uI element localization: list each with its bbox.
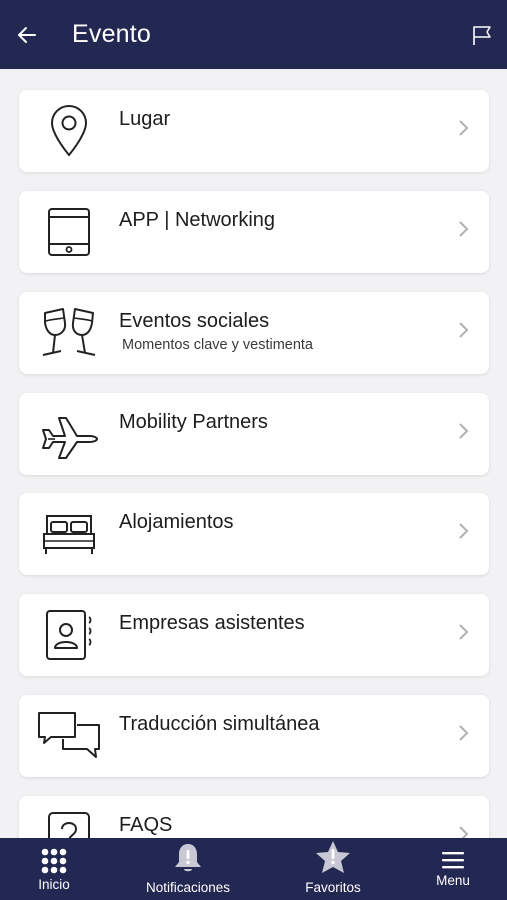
- wine-glasses-icon: [37, 303, 101, 363]
- tab-label: Menu: [436, 873, 470, 888]
- tab-label: Inicio: [38, 877, 70, 892]
- hamburger-icon: [441, 838, 465, 870]
- item-label: Lugar: [119, 108, 171, 130]
- chevron-right-icon: [459, 826, 469, 838]
- tablet-icon: [37, 202, 101, 262]
- list-item-traduccion-simultanea[interactable]: Traducción simultánea: [19, 695, 489, 777]
- chevron-right-icon: [459, 221, 469, 237]
- list-item-lugar[interactable]: Lugar: [19, 90, 489, 172]
- item-label: Eventos sociales: [119, 310, 270, 332]
- tab-label: Notificaciones: [145, 880, 231, 895]
- list-item-mobility-partners[interactable]: Mobility Partners: [19, 393, 489, 475]
- chevron-right-icon: [459, 120, 469, 136]
- list-item-faqs[interactable]: FAQS: [19, 796, 489, 838]
- chevron-right-icon: [459, 523, 469, 539]
- tab-inicio[interactable]: Inicio: [14, 838, 94, 900]
- app-header: Evento: [0, 0, 507, 69]
- event-menu-list: Lugar APP | Networking Eventos sociales …: [0, 69, 507, 838]
- arrow-left-icon: [18, 27, 36, 43]
- chat-bubbles-icon: [37, 706, 101, 766]
- page-title: Evento: [72, 20, 152, 48]
- item-label: Alojamientos: [119, 511, 234, 533]
- back-button[interactable]: [14, 22, 40, 48]
- star-icon: [315, 838, 351, 874]
- list-item-empresas-asistentes[interactable]: Empresas asistentes: [19, 594, 489, 676]
- airplane-icon: [37, 404, 101, 464]
- item-label: FAQS: [119, 814, 173, 836]
- list-item-alojamientos[interactable]: Alojamientos: [19, 493, 489, 575]
- flag-button[interactable]: [469, 22, 495, 48]
- map-pin-icon: [37, 101, 101, 161]
- chevron-right-icon: [459, 624, 469, 640]
- item-label: Empresas asistentes: [119, 612, 305, 634]
- item-label: Traducción simultánea: [119, 713, 320, 735]
- bottom-tab-bar: Inicio Notificaciones Favoritos Menu: [0, 838, 507, 900]
- tab-menu[interactable]: Menu: [418, 838, 488, 900]
- item-subtitle: Momentos clave y vestimenta: [122, 337, 313, 353]
- chevron-right-icon: [459, 725, 469, 741]
- question-icon: [37, 807, 101, 838]
- tab-label: Favoritos: [305, 880, 361, 895]
- chevron-right-icon: [459, 322, 469, 338]
- item-label: Mobility Partners: [119, 411, 268, 433]
- tab-favoritos[interactable]: Favoritos: [293, 838, 373, 900]
- bed-icon: [37, 504, 101, 564]
- list-item-app-networking[interactable]: APP | Networking: [19, 191, 489, 273]
- item-label: APP | Networking: [119, 209, 276, 231]
- tab-notificaciones[interactable]: Notificaciones: [138, 838, 238, 900]
- flag-icon: [473, 26, 491, 45]
- grid-icon: [41, 838, 67, 874]
- chevron-right-icon: [459, 423, 469, 439]
- list-item-eventos-sociales[interactable]: Eventos sociales Momentos clave y vestim…: [19, 292, 489, 374]
- bell-icon: [173, 838, 203, 874]
- contact-book-icon: [37, 605, 101, 665]
